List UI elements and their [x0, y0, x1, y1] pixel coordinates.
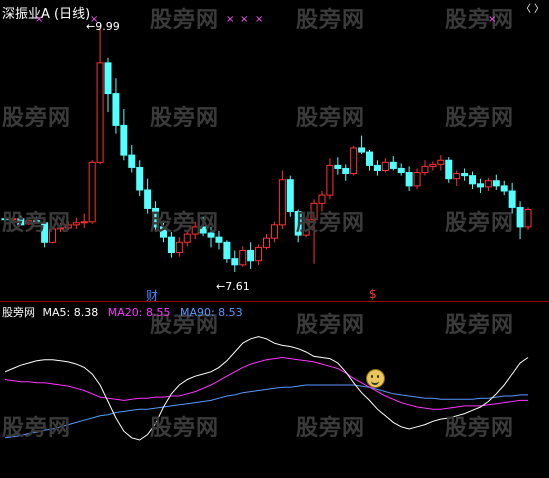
candle-body[interactable] — [247, 249, 255, 262]
low-price-label: ←7.61 — [216, 280, 250, 293]
expand-arrow-icon[interactable]: 〉 — [534, 5, 544, 15]
ma20-line — [4, 356, 528, 410]
watermark: 股旁网 — [2, 416, 72, 441]
candle-body[interactable] — [413, 172, 421, 187]
watermark: 股旁网 — [445, 313, 515, 338]
ma20-value: 8.55 — [145, 306, 171, 319]
indicator-legend: 股旁网 MA5: 8.38 MA20: 8.55 MA90: 8.53 — [2, 304, 243, 320]
candle-body[interactable] — [381, 161, 389, 172]
top-marker: × — [226, 14, 235, 25]
candle-body[interactable] — [373, 164, 381, 172]
collapse-arrow-icon[interactable]: 〈 — [521, 5, 531, 15]
watermark: 股旁网 — [296, 8, 366, 33]
candle-body[interactable] — [72, 222, 80, 226]
watermark: 股旁网 — [296, 106, 366, 131]
candle-body[interactable] — [167, 236, 175, 254]
candle-body[interactable] — [445, 159, 453, 180]
chart-title: 深振业A (日线) — [2, 7, 91, 22]
candle-body[interactable] — [286, 179, 294, 213]
panel-divider — [0, 301, 549, 302]
candle-body[interactable] — [80, 221, 88, 224]
watermark: 股旁网 — [150, 8, 220, 33]
indicator-source: 股旁网 — [2, 306, 35, 319]
candle-body[interactable] — [231, 258, 239, 266]
candle-body[interactable] — [405, 172, 413, 187]
candle-body[interactable] — [350, 147, 358, 175]
candle-body[interactable] — [429, 163, 437, 167]
candle-body[interactable] — [500, 185, 508, 192]
watermark: 股旁网 — [2, 106, 72, 131]
candle-body[interactable] — [96, 62, 104, 163]
ma5-value: 8.38 — [73, 306, 99, 319]
watermark: 股旁网 — [2, 211, 72, 236]
candle-body[interactable] — [175, 241, 183, 254]
candle-body[interactable] — [215, 236, 223, 243]
candle-body[interactable] — [263, 237, 270, 248]
top-marker: × — [488, 14, 497, 25]
candle-body[interactable] — [128, 154, 136, 168]
candle-body[interactable] — [397, 167, 405, 174]
candle-body[interactable] — [223, 241, 231, 260]
candle-body[interactable] — [255, 246, 263, 262]
candle-body[interactable] — [278, 179, 286, 226]
candle-body[interactable] — [326, 164, 334, 196]
watermark: 股旁网 — [296, 313, 366, 338]
candle-body[interactable] — [334, 164, 342, 169]
candle-body[interactable] — [270, 224, 278, 239]
watermark: 股旁网 — [445, 416, 515, 441]
candle-body[interactable] — [421, 165, 429, 174]
candle-body[interactable] — [112, 93, 120, 126]
high-price-value: 9.99 — [95, 20, 120, 33]
candle-body[interactable] — [358, 147, 366, 153]
chart-stage[interactable]: 股旁网 股旁网 股旁网 股旁网 股旁网 股旁网 股旁网 股旁网 股旁网 股旁网 … — [0, 0, 549, 478]
watermark: 股旁网 — [445, 8, 515, 33]
candle-body[interactable] — [469, 175, 477, 185]
ma90-label: MA90: — [179, 306, 215, 319]
candle-body[interactable] — [461, 173, 469, 177]
ma5-label: MA5: — [42, 306, 71, 319]
candle-body[interactable] — [516, 206, 524, 228]
watermark: 股旁网 — [150, 211, 220, 236]
candlestick-chart[interactable] — [0, 0, 549, 478]
watermark: 股旁网 — [150, 106, 220, 131]
candle-body[interactable] — [318, 194, 326, 204]
watermark: 股旁网 — [150, 416, 220, 441]
candle-body[interactable] — [104, 62, 112, 95]
candle-body[interactable] — [524, 208, 532, 228]
top-marker: × — [240, 14, 249, 25]
candle-body[interactable] — [476, 183, 484, 188]
smiley-icon — [366, 369, 385, 388]
candle-body[interactable] — [366, 151, 374, 166]
candle-body[interactable] — [389, 161, 397, 169]
high-price-label: ←9.99 — [86, 20, 120, 33]
candle-body[interactable] — [453, 173, 461, 180]
watermark: 股旁网 — [296, 416, 366, 441]
dividend-event-marker[interactable]: $ — [369, 287, 377, 301]
watermark: 股旁网 — [445, 211, 515, 236]
watermark: 股旁网 — [296, 211, 366, 236]
candle-body[interactable] — [484, 180, 492, 188]
candle-body[interactable] — [437, 159, 445, 165]
top-marker: × — [255, 14, 264, 25]
candle-body[interactable] — [136, 166, 144, 191]
top-marker: × — [35, 14, 44, 25]
ma20-label: MA20: — [107, 306, 143, 319]
low-price-value: 7.61 — [225, 280, 250, 293]
ma90-value: 8.53 — [218, 306, 243, 319]
watermark: 股旁网 — [445, 106, 515, 131]
candle-body[interactable] — [342, 167, 350, 175]
candle-body[interactable] — [120, 124, 128, 156]
candle-body[interactable] — [88, 161, 96, 223]
candle-body[interactable] — [492, 180, 500, 187]
candle-body[interactable] — [239, 249, 247, 266]
